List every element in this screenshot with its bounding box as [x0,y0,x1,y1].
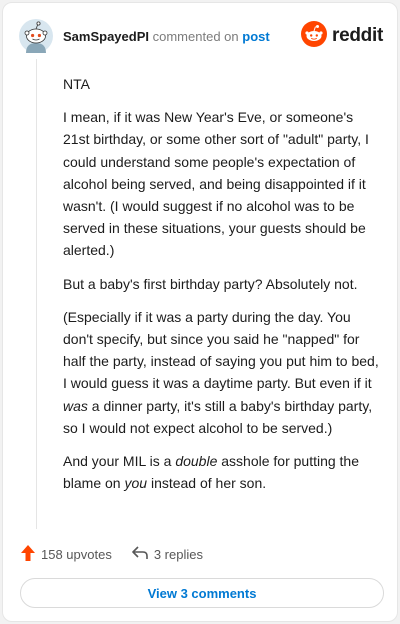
view-comments-button[interactable]: View 3 comments [20,578,384,608]
comment-paragraph: I mean, if it was New Year's Eve, or som… [63,106,379,261]
comment-text: (Especially if it was a party during the… [63,308,379,392]
comment-text: I mean, if it was New Year's Eve, or som… [63,109,369,259]
reply-arrow-icon[interactable] [132,545,148,563]
upvote-button[interactable]: 158 upvotes [21,544,112,564]
emphasis-text: you [124,475,148,492]
upvote-count: 158 upvotes [41,546,112,562]
replies-count: 3 replies [153,546,203,562]
comment-paragraph: (Especially if it was a party during the… [63,306,379,439]
action-text: commented on [152,29,239,44]
emphasis-text: was [63,397,88,414]
comment-text: instead of her son. [147,475,267,492]
comment-paragraph: And your MIL is a double asshole for put… [63,450,379,494]
comment-body: NTA I mean, if it was New Year's Eve, or … [63,73,379,505]
reddit-logo[interactable]: reddit [301,20,383,52]
upvote-arrow-icon[interactable] [21,544,35,564]
reddit-snoo-icon [301,20,328,52]
comment-header: SamSpayedPI commented on post reddit [19,19,383,53]
username-link[interactable]: SamSpayedPI [63,29,149,44]
thread-line[interactable] [36,59,37,529]
comment-text: But a baby's first birthday party? Absol… [63,275,358,292]
comment-text: a dinner party, it's still a baby's birt… [63,397,373,436]
comment-text: NTA [63,76,90,92]
snoo-avatar-icon[interactable] [19,19,53,53]
comment-paragraph: But a baby's first birthday party? Absol… [63,273,379,295]
emphasis-text: double [175,453,218,470]
comment-text: And your MIL is a [63,453,176,470]
reddit-wordmark: reddit [332,25,383,46]
comment-byline: SamSpayedPI commented on post [63,29,270,44]
comment-actions: 158 upvotes 3 replies [21,543,379,565]
comment-card: SamSpayedPI commented on post reddit NTA… [2,2,398,622]
post-link[interactable]: post [242,29,269,44]
replies-button[interactable]: 3 replies [132,545,203,563]
comment-paragraph: NTA [63,73,379,95]
